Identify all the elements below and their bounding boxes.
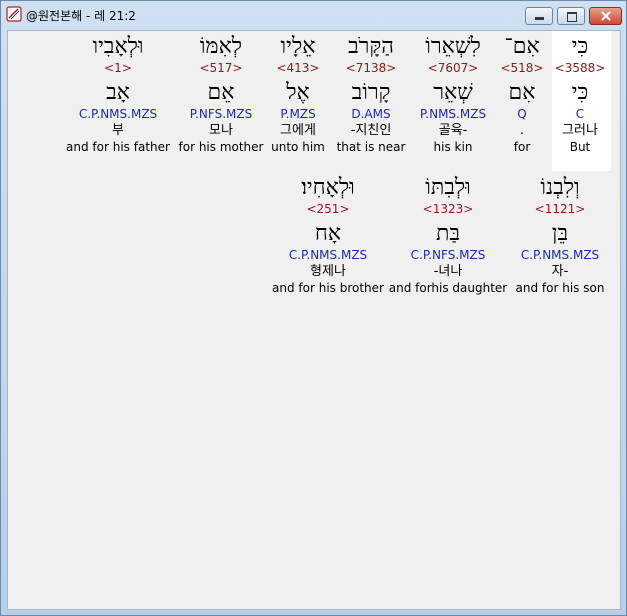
word-column[interactable]: וּלְאָבִיו <1> אָב C.P.NMS.MZS 부 and for his …	[48, 33, 188, 155]
word-column[interactable]: וּלְאָחִיו׃ <251> אָח C.P.NMS.MZS 형제나 and for…	[258, 174, 398, 296]
korean-gloss: 형제나	[310, 264, 346, 279]
close-icon	[601, 11, 611, 21]
parsing-code: C.P.NMS.MZS	[78, 107, 158, 121]
parsing-code: C.P.NMS.MZS	[288, 248, 368, 262]
maximize-icon	[567, 12, 577, 22]
english-gloss: and forhis daughter	[388, 281, 508, 295]
strong-number[interactable]: <251>	[258, 202, 398, 216]
english-gloss: and for his brother	[272, 281, 384, 295]
window-title: @원전본해 - 레 21:2	[26, 9, 136, 23]
hebrew-word: וּלְאָבִיו	[92, 34, 144, 59]
hebrew-word: וּלְאָחִיו׃	[301, 175, 355, 200]
maximize-button[interactable]	[557, 7, 585, 25]
english-gloss: and for his father	[66, 140, 170, 154]
app-window: @원전본해 - 레 21:2 כִּי <3588> כִּי C 그러나 But אִם־…	[0, 0, 627, 616]
title-bar[interactable]: @원전본해 - 레 21:2	[1, 1, 626, 29]
minimize-button[interactable]	[525, 7, 553, 25]
hebrew-root: בַּת	[435, 221, 461, 246]
hebrew-word: וּלְבִתּוֹ	[425, 175, 471, 200]
strong-number[interactable]: <1>	[48, 61, 188, 75]
parsing-code: C.P.NFS.MZS	[410, 248, 486, 262]
korean-gloss: -녀나	[433, 264, 463, 279]
verse-view: כִּי <3588> כִּי C 그러나 But אִם־ <518> אִם Q. for לִ…	[7, 30, 621, 610]
word-column[interactable]: וּלְבִתּוֹ <1323> בַּת C.P.NFS.MZS -녀나 and fo…	[378, 174, 518, 296]
minimize-icon	[535, 17, 544, 20]
korean-gloss: 부	[112, 123, 124, 138]
strong-number[interactable]: <1323>	[378, 202, 518, 216]
hebrew-root: אָב	[106, 80, 130, 105]
close-button[interactable]	[589, 7, 622, 25]
app-scroll-icon	[6, 6, 22, 22]
hebrew-root: אָח	[314, 221, 342, 246]
